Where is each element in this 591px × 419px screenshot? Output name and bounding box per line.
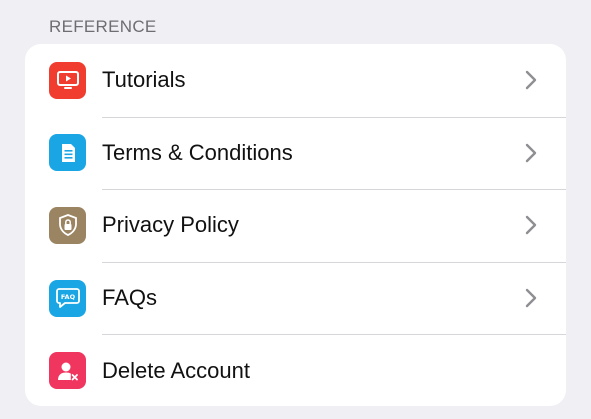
list-item-faqs[interactable]: FAQ FAQs: [25, 261, 566, 335]
tv-play-icon: [56, 69, 80, 91]
list-item-label: FAQs: [102, 285, 158, 311]
delete-account-icon-tile: [49, 352, 86, 390]
chevron-right-icon: [524, 288, 538, 308]
list-item-privacy-policy[interactable]: Privacy Policy: [25, 189, 566, 262]
shield-lock-icon: [57, 213, 79, 237]
tutorials-icon-tile: [49, 61, 86, 99]
chevron-right-icon: [524, 215, 538, 235]
terms-icon-tile: [49, 134, 86, 172]
user-delete-icon: [56, 360, 80, 382]
faqs-icon-tile: FAQ: [49, 279, 86, 317]
privacy-icon-tile: [49, 206, 86, 244]
list-item-label: Terms & Conditions: [102, 139, 293, 165]
section-header: REFERENCE: [49, 17, 157, 36]
svg-text:FAQ: FAQ: [60, 293, 75, 301]
list-item-label: Privacy Policy: [102, 212, 239, 238]
list-item-terms-conditions[interactable]: Terms & Conditions: [25, 116, 566, 190]
list-item-tutorials[interactable]: Tutorials: [25, 44, 566, 117]
reference-list: Tutorials Terms & Conditions Privacy Pol…: [25, 44, 566, 406]
settings-screen: REFERENCE Tutorials Terms & Conditions P…: [0, 0, 591, 419]
list-item-label: Tutorials: [102, 67, 186, 93]
document-icon: [58, 142, 78, 164]
list-item-label: Delete Account: [102, 357, 250, 383]
list-item-delete-account[interactable]: Delete Account: [25, 334, 566, 406]
chevron-right-icon: [524, 70, 538, 90]
faq-bubble-icon: FAQ: [55, 286, 81, 310]
chevron-right-icon: [524, 143, 538, 163]
